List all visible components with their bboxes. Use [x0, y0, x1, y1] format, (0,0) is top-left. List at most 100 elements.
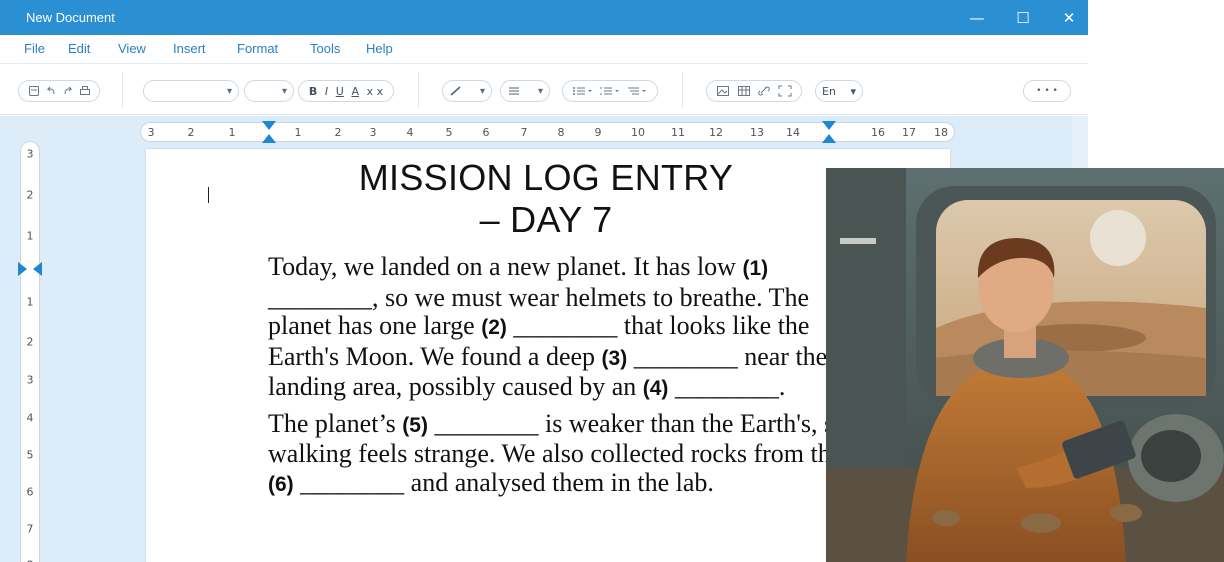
multilevel-list-icon[interactable]: [626, 85, 648, 97]
font-size-select[interactable]: ▾: [244, 80, 294, 102]
numbered-list-icon[interactable]: [599, 85, 621, 97]
menu-bar: File Edit View Insert Format Tools Help: [0, 35, 1088, 63]
text-run: The planet’s: [268, 408, 403, 438]
menu-format[interactable]: Format: [237, 41, 278, 56]
italic-button[interactable]: I: [325, 85, 328, 98]
left-indent-marker[interactable]: [261, 121, 277, 145]
blank-number: (3): [601, 346, 628, 370]
table-icon[interactable]: [737, 85, 751, 97]
print-icon[interactable]: [79, 85, 91, 97]
file-actions-group: [18, 80, 100, 102]
ruler-label: 4: [406, 126, 414, 139]
astronaut-writing-image: [826, 168, 1224, 562]
ruler-label: 1: [26, 229, 34, 243]
image-icon[interactable]: [716, 85, 730, 97]
ruler-label: 3: [369, 126, 377, 139]
maximize-button[interactable]: ☐: [1000, 0, 1046, 35]
ruler-label: 6: [482, 126, 490, 139]
ruler-label: 12: [709, 126, 723, 139]
language-select[interactable]: En ▾: [815, 80, 863, 102]
menu-insert[interactable]: Insert: [173, 41, 206, 56]
document-body[interactable]: Today, we landed on a new planet. It has…: [268, 252, 848, 505]
font-color-button[interactable]: A: [351, 85, 359, 98]
menu-tools[interactable]: Tools: [310, 41, 340, 56]
font-family-select[interactable]: ▾: [143, 80, 239, 102]
bold-button[interactable]: B: [309, 85, 317, 98]
undo-icon[interactable]: [45, 85, 57, 97]
top-margin-marker[interactable]: [18, 261, 42, 277]
blank-number: (2): [481, 316, 507, 339]
ruler-label: 17: [902, 126, 916, 139]
menu-help[interactable]: Help: [366, 41, 393, 56]
ruler-label: 16: [871, 126, 885, 139]
document-title-line: MISSION LOG ENTRY: [358, 157, 734, 198]
ruler-label: 2: [26, 335, 34, 349]
ruler-label: 2: [26, 188, 34, 202]
blank-number: (1): [742, 257, 769, 280]
menu-edit[interactable]: Edit: [68, 41, 90, 56]
more-options-button[interactable]: • • •: [1023, 80, 1071, 102]
ruler-label: 18: [934, 126, 948, 139]
document-title-line: – DAY 7: [479, 199, 613, 240]
toolbar-divider: [418, 72, 419, 108]
ruler-label: 5: [26, 448, 34, 462]
ruler-label: 14: [786, 126, 800, 139]
redo-icon[interactable]: [62, 85, 74, 97]
paragraph-2[interactable]: The planet’s (5) ________ is weaker than…: [268, 408, 848, 500]
chevron-down-icon: ▾: [281, 85, 287, 97]
ruler-label: 2: [187, 126, 195, 139]
ruler-label: 1: [294, 126, 302, 139]
ruler-label: 11: [671, 126, 685, 139]
document-title[interactable]: MISSION LOG ENTRY – DAY 7: [296, 157, 796, 241]
pen-tool-select[interactable]: ▾: [442, 80, 492, 102]
menu-view[interactable]: View: [118, 41, 146, 56]
ruler-label: 6: [26, 485, 34, 499]
ruler-label: 10: [631, 126, 645, 139]
ruler-label: 5: [445, 126, 453, 139]
ruler-label: 3: [26, 373, 34, 387]
ruler-label: 1: [228, 126, 236, 139]
text-format-group: B I U A x x: [298, 80, 394, 102]
toolbar: ▾ ▾ B I U A x x ▾ ▾ En ▾ • • •: [0, 63, 1088, 115]
ruler-label: 2: [334, 126, 342, 139]
window-title: New Document: [26, 10, 115, 25]
clear-format-button[interactable]: x x: [367, 85, 384, 98]
language-label: En: [822, 84, 836, 98]
underline-button[interactable]: U: [336, 85, 344, 98]
align-left-icon: [509, 87, 519, 95]
blank-number: (6): [268, 472, 294, 496]
chevron-down-icon: ▾: [226, 85, 232, 97]
toolbar-divider: [122, 72, 123, 108]
astronaut-illustration: [826, 168, 1224, 562]
close-button[interactable]: ✕: [1046, 0, 1088, 35]
link-icon[interactable]: [757, 85, 771, 97]
save-icon[interactable]: [28, 85, 40, 97]
list-group: [562, 80, 658, 102]
vertical-ruler[interactable]: 3 2 1 1 2 3 4 5 6 7 8: [18, 141, 42, 562]
chevron-down-icon: ▾: [479, 85, 485, 97]
insert-group: [706, 80, 802, 102]
chevron-down-icon: ▾: [850, 84, 856, 98]
align-select[interactable]: ▾: [500, 80, 550, 102]
ruler-label: 7: [520, 126, 528, 139]
pen-icon: [450, 86, 461, 96]
horizontal-ruler[interactable]: 3 2 1 1 2 3 4 5 6 7 8 9 10 11 12 13 14 1…: [140, 121, 955, 145]
bullet-list-icon[interactable]: [572, 85, 594, 97]
minimize-button[interactable]: —: [954, 0, 1000, 35]
toolbar-divider: [682, 72, 683, 108]
ruler-label: 3: [147, 126, 155, 139]
fullscreen-icon[interactable]: [778, 85, 792, 97]
ruler-label: 8: [21, 559, 39, 562]
blank-number: (5): [402, 413, 428, 437]
right-indent-marker[interactable]: [821, 121, 837, 145]
ruler-label: 7: [26, 522, 34, 536]
text-run: ________.: [668, 372, 786, 401]
chevron-down-icon: ▾: [537, 85, 543, 97]
ruler-label: 1: [26, 295, 34, 309]
ruler-label: 8: [557, 126, 565, 139]
more-icon: • • •: [1036, 86, 1058, 96]
ruler-label: 13: [750, 126, 764, 139]
menu-file[interactable]: File: [24, 41, 45, 56]
text-cursor: [208, 187, 209, 203]
paragraph-1[interactable]: Today, we landed on a new planet. It has…: [268, 252, 848, 404]
